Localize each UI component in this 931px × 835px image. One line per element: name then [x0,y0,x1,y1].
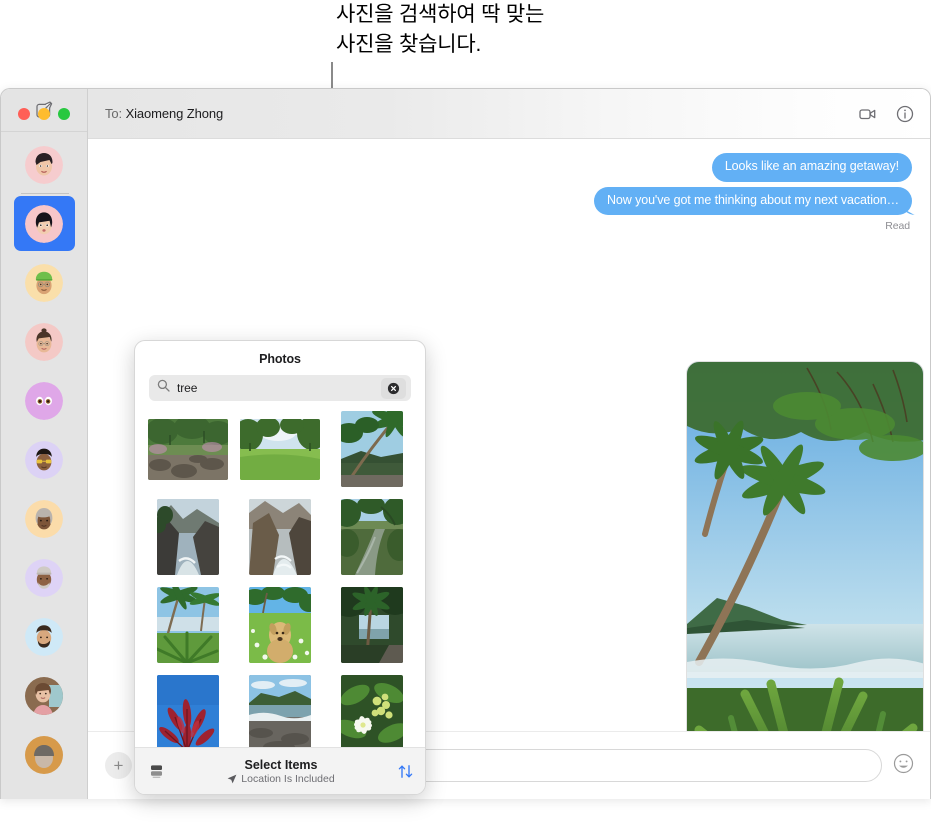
sidebar-item-chat-3[interactable] [1,253,87,312]
search-input[interactable]: tree [177,381,381,395]
avatar [25,263,63,302]
footer-labels: Select Items Location Is Included [165,758,397,785]
sidebar-item-chat-4[interactable] [1,312,87,371]
avatar [25,676,63,715]
thumbnail-photo-green-meadow[interactable] [239,418,320,480]
avatar [25,617,63,656]
avatar [25,735,63,774]
message-bubble[interactable]: Looks like an amazing getaway! [711,153,912,182]
search-icon [157,379,170,397]
message-list: Looks like an amazing getaway! Now you'v… [88,139,930,233]
avatar [25,204,63,243]
avatar [25,499,63,538]
conversation-list [1,132,87,784]
thumbnail-photo-forest-rocks[interactable] [148,418,229,480]
status-badge: Read [885,220,910,233]
thumbnail-photo-dog-meadow[interactable] [248,587,311,663]
toolbar-actions [858,104,915,124]
thumbnail-photo-jungle-river[interactable] [340,499,403,575]
sidebar-item-chat-6[interactable] [1,430,87,489]
sidebar-item-chat-1[interactable] [1,135,87,194]
sidebar-item-chat-10[interactable] [1,666,87,725]
zoom-button[interactable] [58,108,70,120]
callout-text: 사진을 검색하여 딱 맞는 사진을 찾습니다. [336,3,545,56]
thumbnail-photo-red-leaves[interactable] [157,675,220,751]
thumbnail-photo-palms-sky[interactable] [157,587,220,663]
search-row: tree [135,375,425,411]
info-circle-icon[interactable] [895,104,915,124]
thumbnail-photo-palm-path[interactable] [340,587,403,663]
thumbnail-photo-palm-river[interactable] [340,411,403,487]
window-controls [1,89,70,139]
recipient-name: Xiaomeng Zhong [125,106,224,121]
close-button[interactable] [18,108,30,120]
sidebar-item-chat-5[interactable] [1,371,87,430]
recipient-field[interactable]: To: Xiaomeng Zhong [105,106,223,121]
avatar [25,440,63,479]
thumbnail-photo-white-flower[interactable] [340,675,403,751]
message-row: Now you've got me thinking about my next… [108,186,912,216]
photo-grid [135,411,425,751]
add-attachment-button[interactable]: + [105,752,132,779]
avatar [25,381,63,420]
clear-circle-icon [387,382,400,395]
minimize-button[interactable] [38,108,50,120]
thumbnail-photo-coastal-cliffs-2[interactable] [248,499,311,575]
avatar [25,558,63,597]
message-bubble[interactable]: Now you've got me thinking about my next… [594,186,912,216]
to-label: To: [105,106,123,121]
location-arrow-icon [227,774,237,784]
avatar [25,322,63,361]
smiley-icon[interactable] [892,752,915,780]
video-camera-icon[interactable] [858,104,878,124]
sort-arrows-icon[interactable] [397,763,414,780]
plus-icon: + [113,756,124,775]
thumbnail-photo-coastal-cliffs-1[interactable] [157,499,220,575]
sidebar-item-chat-2[interactable] [1,193,87,253]
popover-title: Photos [259,352,301,366]
conversations-sidebar [1,89,88,799]
window-toolbar: To: Xiaomeng Zhong [88,89,930,139]
popover-footer: Select Items Location Is Included [135,747,425,794]
sidebar-item-chat-7[interactable] [1,489,87,548]
sidebar-item-chat-8[interactable] [1,548,87,607]
photos-popover: Photos tree Select Items Location Is Inc… [134,340,426,795]
location-status: Location Is Included [165,773,397,785]
photo-library-icon[interactable] [148,763,165,780]
sidebar-item-chat-11[interactable] [1,725,87,784]
location-status-label: Location Is Included [241,772,335,785]
select-items-label: Select Items [244,757,318,772]
sidebar-item-chat-9[interactable] [1,607,87,666]
search-field[interactable]: tree [149,375,411,401]
thumbnail-photo-beach-shore[interactable] [248,675,311,751]
clear-search-button[interactable] [381,377,406,399]
list-separator [21,193,69,194]
avatar [25,145,63,184]
message-row: Looks like an amazing getaway! [108,153,912,182]
